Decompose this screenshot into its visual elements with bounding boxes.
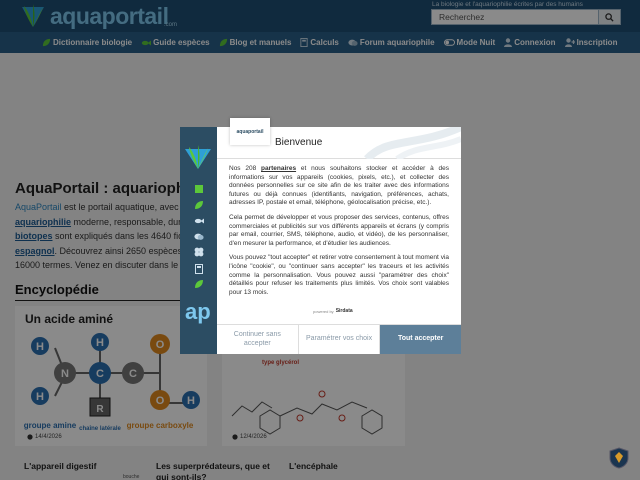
sirdata-logo: Sirdata [335,308,353,314]
continue-without-accepting-button[interactable]: Continuer sans accepter [217,325,299,354]
calculator-icon [195,264,203,274]
modal-sidebar: ap [180,127,217,354]
configure-choices-button[interactable]: Paramétrer vos choix [298,325,381,354]
partenaires-link[interactable]: partenaires [261,165,296,172]
modal-actions: Continuer sans accepter Paramétrer vos c… [217,324,462,354]
leaf-icon [195,280,203,288]
modal-main: aquaportail Bienvenue Nos 208 partenaire… [217,118,462,354]
consent-paragraph-2: Cela permet de développer et vous propos… [229,213,449,247]
consent-modal: ap aquaportail Bienvenue Nos 208 partena… [180,118,462,354]
powered-by: powered by Sirdata [313,308,353,314]
leaf-icon [195,201,203,209]
consent-paragraph-1: Nos 208 partenaires et nous souhaitons s… [229,165,449,207]
puzzle-icon [194,247,204,257]
modal-title: Bienvenue [275,137,323,148]
modal-logo: aquaportail [230,118,270,145]
book-icon [195,185,203,193]
cookie-settings-badge[interactable] [609,447,629,469]
chat-icon [194,233,204,240]
fish-icon [194,218,204,224]
modal-header: aquaportail Bienvenue [217,118,461,159]
consent-paragraph-3: Vous pouvez "tout accepter" et retirer v… [229,254,449,296]
shield-icon [609,447,629,469]
plant-logo-icon [185,145,211,169]
ap-logo: ap [185,299,211,324]
accept-all-button[interactable]: Tout accepter [380,325,462,354]
modal-body: Nos 208 partenaires et nous souhaitons s… [229,165,449,303]
